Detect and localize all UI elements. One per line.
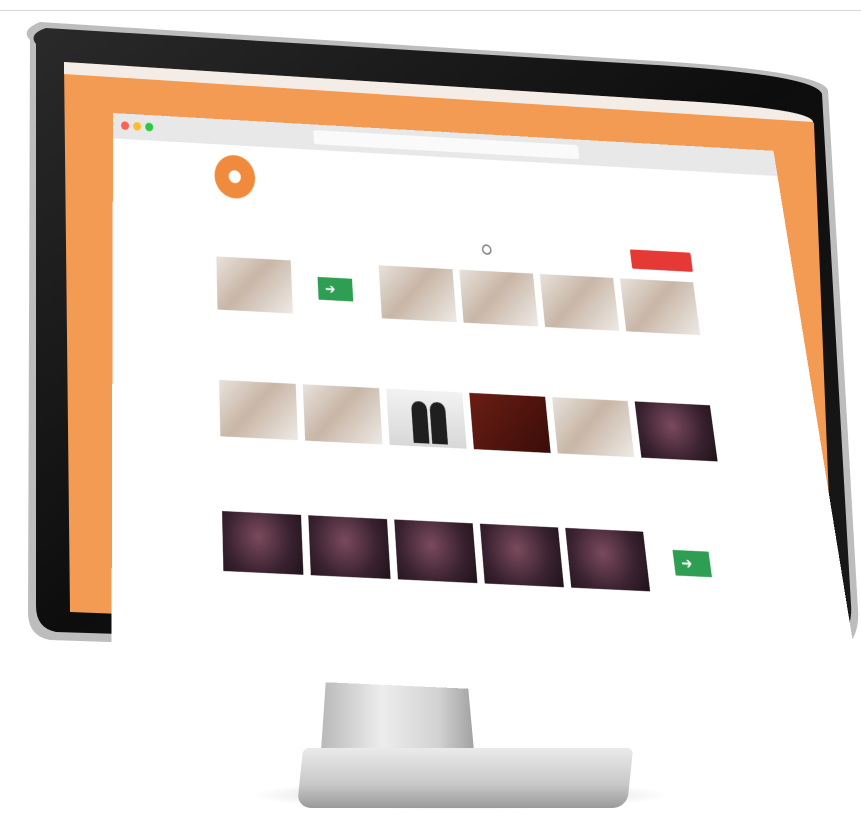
video-thumbnail[interactable] xyxy=(378,265,457,323)
video-meta xyxy=(487,613,567,617)
video-thumbnail[interactable] xyxy=(479,523,564,588)
video-thumbnail[interactable] xyxy=(565,527,651,592)
person-figure xyxy=(429,401,448,445)
video-title[interactable] xyxy=(558,458,635,462)
video-thumbnail[interactable] xyxy=(539,273,620,331)
video-card[interactable]: ➔ xyxy=(297,260,379,380)
channel-tabs xyxy=(215,206,690,250)
video-title[interactable] xyxy=(390,450,467,454)
video-title[interactable] xyxy=(224,576,304,580)
video-meta xyxy=(645,485,722,489)
video-title[interactable] xyxy=(300,319,375,323)
video-thumbnail[interactable] xyxy=(386,388,467,449)
imac-scene: ➔ ➔ xyxy=(0,0,861,816)
video-meta xyxy=(629,358,704,362)
video-grid: ➔ ➔ xyxy=(216,256,737,596)
video-card[interactable] xyxy=(394,519,483,653)
avatar-logo-icon xyxy=(228,169,242,184)
video-title[interactable] xyxy=(220,441,298,445)
video-meta xyxy=(561,481,638,485)
video-meta xyxy=(306,468,384,472)
video-thumbnail[interactable] xyxy=(216,256,293,314)
video-card[interactable] xyxy=(216,256,295,376)
video-thumbnail[interactable] xyxy=(619,278,701,336)
minimize-dot-icon[interactable] xyxy=(133,121,142,131)
exit-sign-icon: ➔ xyxy=(317,276,354,302)
person-figure xyxy=(410,400,430,444)
video-thumbnail[interactable] xyxy=(394,519,478,584)
exit-sign-icon: ➔ xyxy=(672,549,712,578)
arrow-right-icon: ➔ xyxy=(680,554,694,573)
video-thumbnail[interactable] xyxy=(634,401,718,462)
video-meta xyxy=(301,340,377,344)
video-thumbnail[interactable] xyxy=(459,269,539,327)
video-card[interactable] xyxy=(469,392,557,519)
video-meta xyxy=(221,464,299,468)
subscribe-button[interactable] xyxy=(629,249,693,272)
video-card[interactable] xyxy=(308,515,394,649)
video-card[interactable] xyxy=(565,527,658,662)
video-meta xyxy=(383,345,458,349)
video-meta xyxy=(224,601,305,605)
maximize-dot-icon[interactable] xyxy=(145,122,154,132)
video-card[interactable] xyxy=(634,401,727,527)
video-title[interactable] xyxy=(464,327,539,331)
video-thumbnail[interactable] xyxy=(302,384,383,445)
video-thumbnail[interactable] xyxy=(552,397,635,458)
video-title[interactable] xyxy=(546,332,620,336)
video-meta xyxy=(476,477,553,481)
video-card[interactable] xyxy=(539,273,627,393)
video-card[interactable] xyxy=(302,384,387,510)
video-thumbnail[interactable] xyxy=(308,515,391,579)
video-card[interactable]: ➔ xyxy=(650,532,745,666)
video-meta xyxy=(391,473,469,477)
video-title[interactable] xyxy=(572,593,651,597)
video-title[interactable] xyxy=(382,323,457,327)
video-title[interactable] xyxy=(311,580,391,584)
video-meta xyxy=(466,349,541,353)
video-meta xyxy=(574,617,653,621)
video-card[interactable] xyxy=(459,269,544,389)
video-title[interactable] xyxy=(627,336,701,340)
video-card[interactable] xyxy=(479,523,571,658)
video-card[interactable] xyxy=(219,379,301,507)
video-card[interactable] xyxy=(378,265,462,384)
video-thumbnail[interactable] xyxy=(222,511,304,575)
close-dot-icon[interactable] xyxy=(121,121,130,131)
video-title[interactable] xyxy=(485,589,564,593)
video-card[interactable] xyxy=(552,397,642,523)
video-meta xyxy=(400,609,480,613)
video-meta xyxy=(661,621,740,625)
video-meta xyxy=(548,353,623,357)
video-card[interactable] xyxy=(222,511,306,645)
arrow-right-icon: ➔ xyxy=(324,281,336,297)
video-meta xyxy=(312,605,392,609)
video-thumbnail[interactable]: ➔ xyxy=(297,260,375,318)
channel-avatar[interactable] xyxy=(214,154,256,200)
video-meta xyxy=(218,336,294,340)
search-icon[interactable] xyxy=(481,244,492,256)
video-title[interactable] xyxy=(305,445,382,449)
video-title[interactable] xyxy=(658,597,737,601)
video-title[interactable] xyxy=(398,585,478,589)
video-card[interactable] xyxy=(619,278,709,397)
video-title[interactable] xyxy=(474,454,551,458)
video-thumbnail[interactable] xyxy=(219,379,298,441)
video-thumbnail[interactable]: ➔ xyxy=(650,532,737,596)
video-title[interactable] xyxy=(218,314,293,318)
browser-window: ➔ ➔ xyxy=(111,113,861,707)
video-title[interactable] xyxy=(642,462,718,466)
video-card[interactable] xyxy=(386,388,472,515)
video-thumbnail[interactable] xyxy=(469,392,551,454)
